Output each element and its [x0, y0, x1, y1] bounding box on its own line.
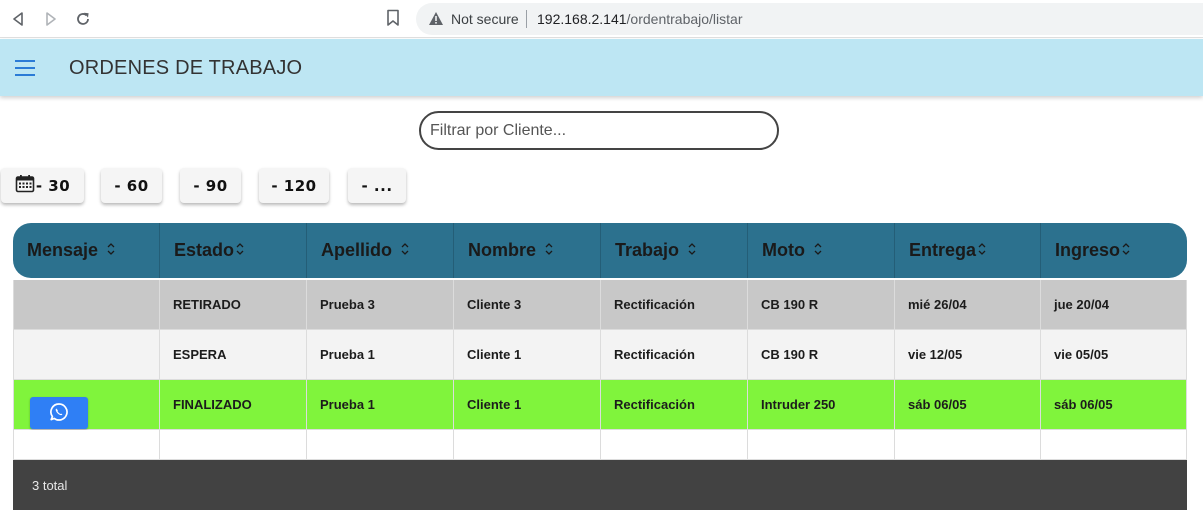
sort-icon[interactable]	[1122, 240, 1130, 261]
table-row[interactable]: ESPERA Prueba 1 Cliente 1 Rectificación …	[13, 330, 1187, 380]
filter-all-button[interactable]: - ...	[348, 168, 406, 203]
column-header-nombre[interactable]: Nombre	[454, 223, 601, 278]
empty-cell	[307, 430, 454, 460]
table-row[interactable]: FINALIZADO Prueba 1 Cliente 1 Rectificac…	[13, 380, 1187, 430]
cell-ingreso: sáb 06/05	[1041, 380, 1187, 430]
total-count: 3 total	[32, 478, 68, 493]
cell-entrega: mié 26/04	[895, 280, 1041, 330]
column-header-trabajo[interactable]: Trabajo	[601, 223, 748, 278]
cell-ingreso: jue 20/04	[1041, 280, 1187, 330]
filter-30-label: - 30	[35, 176, 71, 195]
sort-icon[interactable]	[545, 240, 553, 261]
column-label: Mensaje	[27, 240, 99, 260]
table-footer: 3 total	[13, 460, 1187, 510]
cell-nombre: Cliente 1	[454, 380, 601, 430]
url-path: /ordentrabajo/listar	[626, 11, 743, 27]
client-filter-input[interactable]	[419, 111, 779, 150]
not-secure-label: Not secure	[451, 11, 519, 27]
url-text[interactable]: 192.168.2.141/ordentrabajo/listar	[537, 11, 742, 27]
cell-estado: ESPERA	[160, 330, 307, 380]
cell-nombre: Cliente 3	[454, 280, 601, 330]
bookmark-icon[interactable]	[386, 9, 404, 29]
cell-entrega: sáb 06/05	[895, 380, 1041, 430]
sort-icon[interactable]	[236, 240, 244, 261]
forward-icon[interactable]	[41, 9, 61, 29]
table-header: Mensaje Estado Apellido Nombre Trabajo M…	[13, 223, 1187, 278]
sort-icon[interactable]	[107, 240, 115, 261]
column-label: Ingreso	[1055, 240, 1121, 260]
filter-all-label: - ...	[361, 176, 393, 195]
column-header-estado[interactable]: Estado	[160, 223, 307, 278]
cell-mensaje	[13, 380, 160, 430]
column-header-apellido[interactable]: Apellido	[307, 223, 454, 278]
page-title: ORDENES DE TRABAJO	[69, 57, 303, 79]
column-label: Entrega	[909, 240, 977, 260]
table-row[interactable]: RETIRADO Prueba 3 Cliente 3 Rectificació…	[13, 280, 1187, 330]
column-header-moto[interactable]: Moto	[748, 223, 895, 278]
filter-60-label: - 60	[114, 176, 149, 195]
cell-apellido: Prueba 3	[307, 280, 454, 330]
empty-cell	[160, 430, 307, 460]
empty-cell	[601, 430, 748, 460]
cell-trabajo: Rectificación	[601, 380, 748, 430]
cell-estado: RETIRADO	[160, 280, 307, 330]
cell-mensaje	[13, 280, 160, 330]
filter-90-days-button[interactable]: - 90	[180, 168, 241, 203]
url-divider	[526, 10, 527, 28]
column-label: Estado	[174, 240, 235, 260]
back-icon[interactable]	[8, 9, 28, 29]
column-label: Moto	[762, 240, 805, 260]
empty-cell	[748, 430, 895, 460]
empty-row	[13, 430, 1187, 460]
whatsapp-icon	[49, 402, 69, 425]
cell-trabajo: Rectificación	[601, 280, 748, 330]
cell-apellido: Prueba 1	[307, 330, 454, 380]
column-label: Apellido	[321, 240, 392, 260]
empty-cell	[454, 430, 601, 460]
browser-toolbar: Not secure 192.168.2.141/ordentrabajo/li…	[0, 0, 1203, 38]
calendar-icon	[15, 174, 35, 197]
empty-cell	[895, 430, 1041, 460]
cell-ingreso: vie 05/05	[1041, 330, 1187, 380]
column-header-entrega[interactable]: Entrega	[895, 223, 1041, 278]
url-host: 192.168.2.141	[537, 11, 627, 27]
cell-entrega: vie 12/05	[895, 330, 1041, 380]
cell-mensaje	[13, 330, 160, 380]
column-label: Nombre	[468, 240, 537, 260]
address-bar[interactable]: Not secure 192.168.2.141/ordentrabajo/li…	[416, 3, 1203, 35]
cell-moto: Intruder 250	[748, 380, 895, 430]
hamburger-menu-icon[interactable]	[15, 60, 35, 76]
cell-trabajo: Rectificación	[601, 330, 748, 380]
app-bar: ORDENES DE TRABAJO	[0, 39, 1203, 96]
sort-icon[interactable]	[814, 240, 822, 261]
filter-90-label: - 90	[193, 176, 228, 195]
sort-icon[interactable]	[978, 240, 986, 261]
filter-120-label: - 120	[271, 176, 317, 195]
filter-120-days-button[interactable]: - 120	[259, 168, 329, 203]
sort-icon[interactable]	[688, 240, 696, 261]
empty-cell	[13, 430, 160, 460]
empty-cell	[1041, 430, 1187, 460]
cell-estado: FINALIZADO	[160, 380, 307, 430]
filter-30-days-button[interactable]: - 30	[1, 168, 84, 203]
filter-60-days-button[interactable]: - 60	[101, 168, 162, 203]
column-header-mensaje[interactable]: Mensaje	[13, 223, 160, 278]
cell-nombre: Cliente 1	[454, 330, 601, 380]
cell-moto: CB 190 R	[748, 280, 895, 330]
sort-icon[interactable]	[401, 240, 409, 261]
cell-apellido: Prueba 1	[307, 380, 454, 430]
whatsapp-send-button[interactable]	[30, 397, 88, 429]
column-label: Trabajo	[615, 240, 680, 260]
warning-icon[interactable]	[428, 11, 444, 31]
column-header-ingreso[interactable]: Ingreso	[1041, 223, 1187, 278]
reload-icon[interactable]	[73, 9, 93, 29]
cell-moto: CB 190 R	[748, 330, 895, 380]
